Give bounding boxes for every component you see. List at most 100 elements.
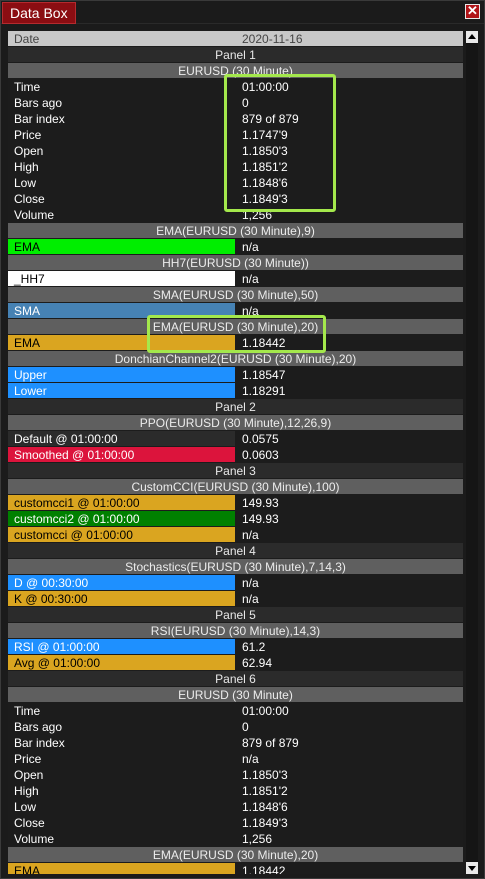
row-value: 879 of 879 [236,111,463,126]
date-label: Date [8,31,235,46]
data-row: Time 01:00:00 [8,703,463,719]
indicator-header: RSI(EURUSD (30 Minute),14,3) [8,623,463,639]
row-value: 1.1747'9 [236,127,463,142]
row-label: customcci @ 01:00:00 [8,527,235,542]
row-value: 149.93 [236,495,463,510]
row-value: n/a [236,271,463,286]
row-value: 1.18291 [236,383,463,398]
row-value: 0 [236,719,463,734]
indicator-header: EMA(EURUSD (30 Minute),20) [8,847,463,863]
data-row: High 1.1851'2 [8,159,463,175]
row-label: Upper [8,367,235,382]
row-value: 879 of 879 [236,735,463,750]
data-box-window: Data Box ✕ Date 2020-11-16 Panel 1 EURUSD… [0,0,485,879]
row-value: n/a [236,239,463,254]
row-value: 1.1851'2 [236,783,463,798]
indicator-header: PPO(EURUSD (30 Minute),12,26,9) [8,415,463,431]
scroll-down-icon[interactable] [466,862,478,874]
data-row: EMA 1.18442 [8,335,463,351]
row-label: customcci2 @ 01:00:00 [8,511,235,526]
data-row: D @ 00:30:00 n/a [8,575,463,591]
row-label: Time [8,79,235,94]
data-row: Bars ago 0 [8,95,463,111]
row-label: EMA [8,239,235,254]
row-label: Smoothed @ 01:00:00 [8,447,235,462]
data-row: Open 1.1850'3 [8,143,463,159]
row-value: 1.1849'3 [236,815,463,830]
panel-header: Panel 1 [8,47,463,63]
row-value: 0.0603 [236,447,463,462]
data-row: Default @ 01:00:00 0.0575 [8,431,463,447]
row-value: n/a [236,575,463,590]
row-value: 62.94 [236,655,463,670]
row-label: K @ 00:30:00 [8,591,235,606]
title-bar[interactable]: Data Box ✕ [1,1,484,24]
row-label: customcci1 @ 01:00:00 [8,495,235,510]
vertical-scrollbar[interactable] [466,31,478,874]
row-value: 1.1851'2 [236,159,463,174]
data-row: Volume 1,256 [8,207,463,223]
panel-header: Panel 4 [8,543,463,559]
data-row: Close 1.1849'3 [8,191,463,207]
row-label: Volume [8,207,235,222]
row-value: 1.1848'6 [236,175,463,190]
row-label: Open [8,767,235,782]
indicator-header: EURUSD (30 Minute) [8,687,463,703]
indicator-header: HH7(EURUSD (30 Minute)) [8,255,463,271]
data-row: _HH7 n/a [8,271,463,287]
panel-header: Panel 6 [8,671,463,687]
row-label: Default @ 01:00:00 [8,431,235,446]
date-row: Date 2020-11-16 [8,31,463,47]
row-label: Avg @ 01:00:00 [8,655,235,670]
row-value: 1.18442 [236,863,463,874]
indicator-header: EMA(EURUSD (30 Minute),20) [8,319,463,335]
data-row: Smoothed @ 01:00:00 0.0603 [8,447,463,463]
data-row: Bar index 879 of 879 [8,735,463,751]
data-row: Price 1.1747'9 [8,127,463,143]
row-label: Close [8,815,235,830]
row-label: High [8,783,235,798]
indicator-header: EMA(EURUSD (30 Minute),9) [8,223,463,239]
data-row: Time 01:00:00 [8,79,463,95]
row-value: 0.0575 [236,431,463,446]
row-value: 0 [236,95,463,110]
data-row: Open 1.1850'3 [8,767,463,783]
row-value: 1,256 [236,207,463,222]
row-label: High [8,159,235,174]
data-row: Upper 1.18547 [8,367,463,383]
data-row: Low 1.1848'6 [8,799,463,815]
indicator-header: CustomCCI(EURUSD (30 Minute),100) [8,479,463,495]
data-row: Bar index 879 of 879 [8,111,463,127]
close-icon[interactable]: ✕ [465,4,480,19]
row-label: Volume [8,831,235,846]
data-row: customcci @ 01:00:00 n/a [8,527,463,543]
row-label: EMA [8,335,235,350]
data-row: K @ 00:30:00 n/a [8,591,463,607]
row-label: Bar index [8,111,235,126]
indicator-header: EURUSD (30 Minute) [8,63,463,79]
data-row: Avg @ 01:00:00 62.94 [8,655,463,671]
data-row: customcci2 @ 01:00:00 149.93 [8,511,463,527]
date-value: 2020-11-16 [236,31,463,46]
scroll-up-icon[interactable] [466,31,478,43]
row-label: Bar index [8,735,235,750]
row-label: Price [8,751,235,766]
panel-header: Panel 5 [8,607,463,623]
data-grid: Date 2020-11-16 Panel 1 EURUSD (30 Minute… [8,31,463,874]
row-value: 01:00:00 [236,703,463,718]
row-label: Bars ago [8,95,235,110]
data-row: customcci1 @ 01:00:00 149.93 [8,495,463,511]
data-row: Lower 1.18291 [8,383,463,399]
data-row: Price n/a [8,751,463,767]
row-label: Price [8,127,235,142]
panel-header: Panel 3 [8,463,463,479]
row-value: 1.18442 [236,335,463,350]
row-value: n/a [236,751,463,766]
row-value: 1.1849'3 [236,191,463,206]
indicator-header: SMA(EURUSD (30 Minute),50) [8,287,463,303]
row-label: D @ 00:30:00 [8,575,235,590]
row-label: Time [8,703,235,718]
row-label: Low [8,175,235,190]
row-label: Low [8,799,235,814]
scrollbar-track[interactable] [466,44,478,861]
